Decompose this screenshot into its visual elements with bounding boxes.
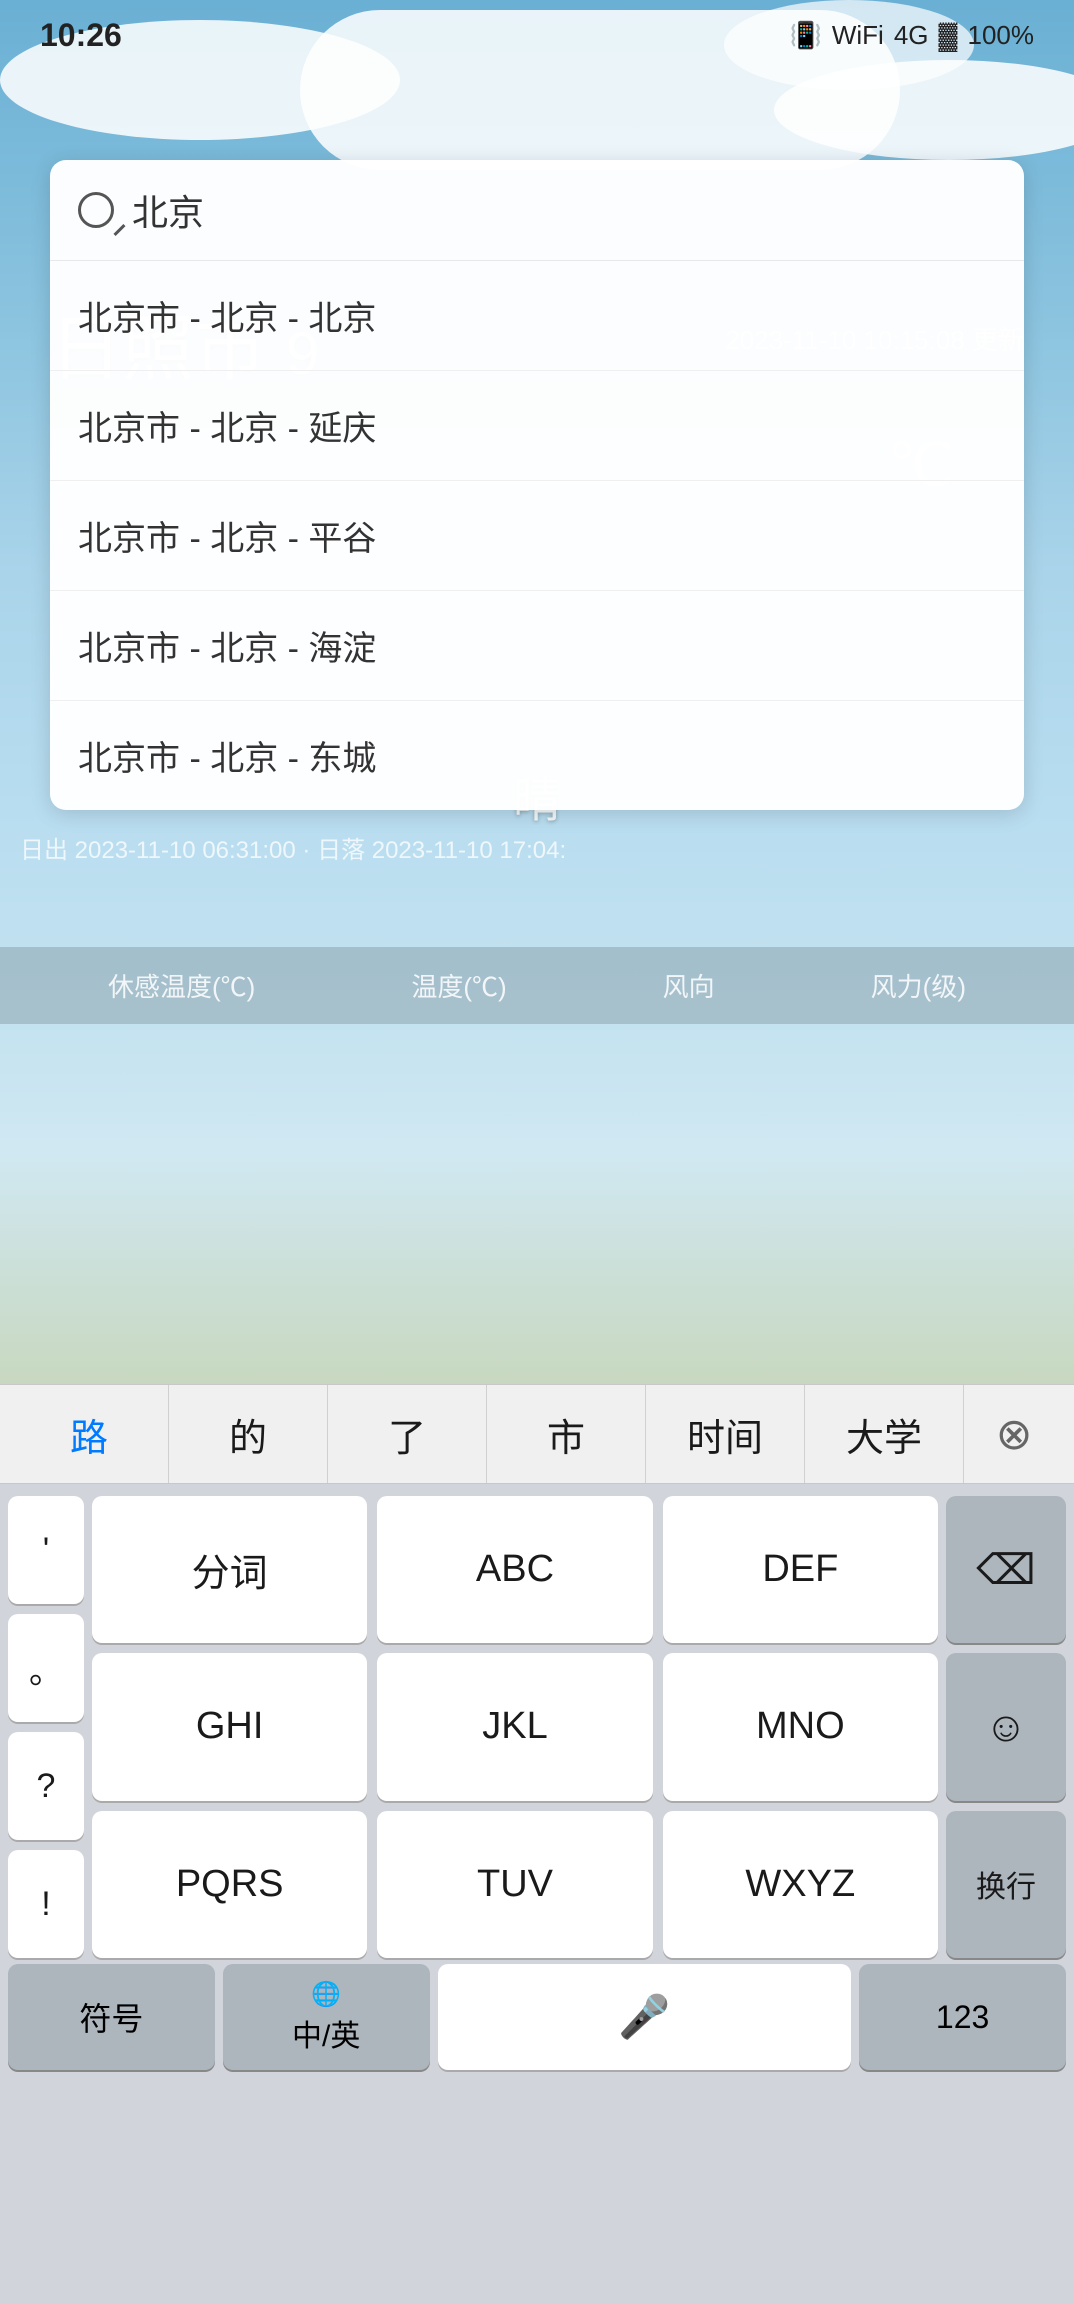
feel-temp-label: 休感温度(℃): [108, 967, 255, 1004]
temp-label: 温度(℃): [411, 967, 506, 1004]
suggestion-item-4[interactable]: 时间: [646, 1385, 805, 1483]
search-input-value[interactable]: 北京: [132, 184, 204, 236]
key-exclamation[interactable]: !: [8, 1850, 84, 1958]
key-row-1: 分词 ABC DEF: [92, 1496, 938, 1643]
key-abc[interactable]: ABC: [377, 1496, 652, 1643]
right-col: ⌫ ☺ 换行: [946, 1496, 1066, 1958]
search-icon: [78, 192, 114, 228]
search-result-1[interactable]: 北京市 - 北京 - 延庆: [50, 371, 1024, 481]
key-ghi[interactable]: GHI: [92, 1653, 367, 1800]
key-fuhao[interactable]: 符号: [8, 1964, 215, 2070]
suggestion-item-1[interactable]: 的: [169, 1385, 328, 1483]
key-question[interactable]: ?: [8, 1732, 84, 1840]
wifi-icon: WiFi: [832, 20, 884, 51]
status-bar: 10:26 📳 WiFi 4G ▓ 100%: [0, 0, 1074, 70]
key-fenchi[interactable]: 分词: [92, 1496, 367, 1643]
search-result-2[interactable]: 北京市 - 北京 - 平谷: [50, 481, 1024, 591]
search-result-3[interactable]: 北京市 - 北京 - 海淀: [50, 591, 1024, 701]
wind-dir-label: 风向: [663, 967, 715, 1004]
keyboard-bottom-bar: 符号 🌐 中/英 🎤 123: [0, 1964, 1074, 2082]
weather-footer: 休感温度(℃) 温度(℃) 风向 风力(级): [0, 947, 1074, 1024]
key-123[interactable]: 123: [859, 1964, 1066, 2070]
left-punct-col: ' 。 ? !: [8, 1496, 84, 1958]
key-emoji[interactable]: ☺: [946, 1653, 1066, 1800]
key-apostrophe[interactable]: ': [8, 1496, 84, 1604]
key-row-2: GHI JKL MNO: [92, 1653, 938, 1800]
wind-level-label: 风力(级): [871, 967, 966, 1004]
search-input-row[interactable]: 北京: [50, 160, 1024, 261]
key-tuv[interactable]: TUV: [377, 1811, 652, 1958]
key-huanhang[interactable]: 换行: [946, 1811, 1066, 1958]
battery-icon: ▓: [939, 20, 958, 51]
search-dropdown: 北京 北京市 - 北京 - 北京 北京市 - 北京 - 延庆 北京市 - 北京 …: [50, 160, 1024, 810]
status-icons: 📳 WiFi 4G ▓ 100%: [789, 20, 1034, 51]
status-time: 10:26: [40, 17, 122, 54]
key-wxyz[interactable]: WXYZ: [663, 1811, 938, 1958]
weather-sunrise: 日出 2023-11-10 06:31:00 · 日落 2023-11-10 1…: [20, 830, 566, 865]
key-pqrs[interactable]: PQRS: [92, 1811, 367, 1958]
signal-icon: 4G: [894, 20, 929, 51]
suggestion-item-2[interactable]: 了: [328, 1385, 487, 1483]
vibrate-icon: 📳: [789, 20, 821, 51]
suggestion-delete-button[interactable]: ⊗: [964, 1409, 1064, 1460]
suggestions-bar: 路 的 了 市 时间 大学 ⊗: [0, 1384, 1074, 1484]
key-backspace[interactable]: ⌫: [946, 1496, 1066, 1643]
key-def[interactable]: DEF: [663, 1496, 938, 1643]
key-microphone[interactable]: 🎤: [438, 1964, 852, 2070]
key-zhongying[interactable]: 🌐 中/英: [223, 1964, 430, 2070]
suggestion-item-5[interactable]: 大学: [805, 1385, 964, 1483]
keyboard-area: 路 的 了 市 时间 大学 ⊗ ' 。: [0, 1384, 1074, 2304]
search-result-4[interactable]: 北京市 - 北京 - 东城: [50, 701, 1024, 810]
keyboard-main: ' 。 ? ! 分词 ABC DEF: [0, 1484, 1074, 1964]
search-result-0[interactable]: 北京市 - 北京 - 北京: [50, 261, 1024, 371]
center-grid: 分词 ABC DEF GHI JKL MNO: [92, 1496, 938, 1958]
key-period[interactable]: 。: [8, 1614, 84, 1722]
suggestion-item-3[interactable]: 市: [487, 1385, 646, 1483]
key-mno[interactable]: MNO: [663, 1653, 938, 1800]
key-jkl[interactable]: JKL: [377, 1653, 652, 1800]
battery-percent: 100%: [968, 20, 1035, 51]
suggestion-item-0[interactable]: 路: [10, 1385, 169, 1483]
key-row-3: PQRS TUV WXYZ: [92, 1811, 938, 1958]
